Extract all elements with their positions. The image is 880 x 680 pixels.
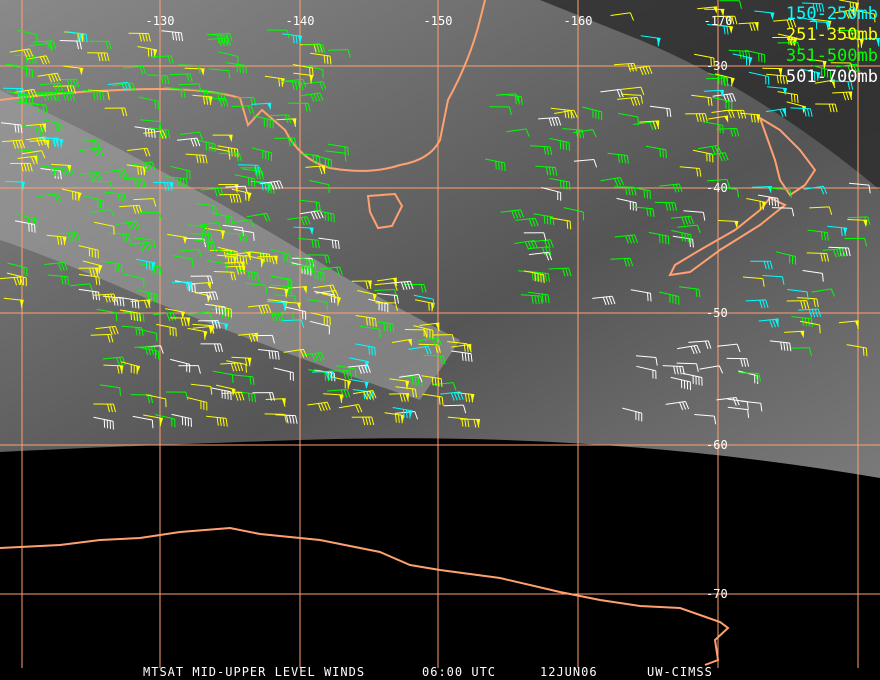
longitude-label: -140	[285, 14, 315, 28]
pressure-legend: 150-250mb 251-350mb 351-500mb 501-700mb	[786, 4, 878, 88]
map-canvas	[0, 0, 880, 668]
longitude-label: -170	[703, 14, 733, 28]
antarctica-coast	[0, 526, 730, 666]
legend-item-251-350mb: 251-350mb	[785, 25, 878, 45]
footer-date: 12JUN06	[540, 665, 598, 679]
legend-item-351-500mb: 351-500mb	[785, 46, 878, 66]
footer-product: MTSAT MID-UPPER LEVEL WINDS	[143, 665, 366, 679]
legend-item-501-700mb: 501-700mb	[785, 67, 878, 87]
legend-item-150-250mb: 150-250mb	[785, 4, 878, 24]
longitude-label: -130	[145, 14, 175, 28]
footer-caption: MTSAT MID-UPPER LEVEL WINDS 06:00 UTC 12…	[0, 665, 880, 680]
longitude-label: -150	[423, 14, 453, 28]
latitude-label: -40	[706, 181, 728, 195]
latitude-label: -70	[706, 587, 728, 601]
latitude-label: -60	[706, 438, 728, 452]
footer-time: 06:00 UTC	[422, 665, 497, 679]
satellite-wind-map: -130 -140 -150 -160 -170 -30 -40 -50 -60…	[0, 0, 880, 680]
latitude-label: -50	[706, 306, 728, 320]
latitude-label: -30	[706, 59, 728, 73]
longitude-label: -160	[563, 14, 593, 28]
footer-source: UW-CIMSS	[647, 665, 713, 679]
